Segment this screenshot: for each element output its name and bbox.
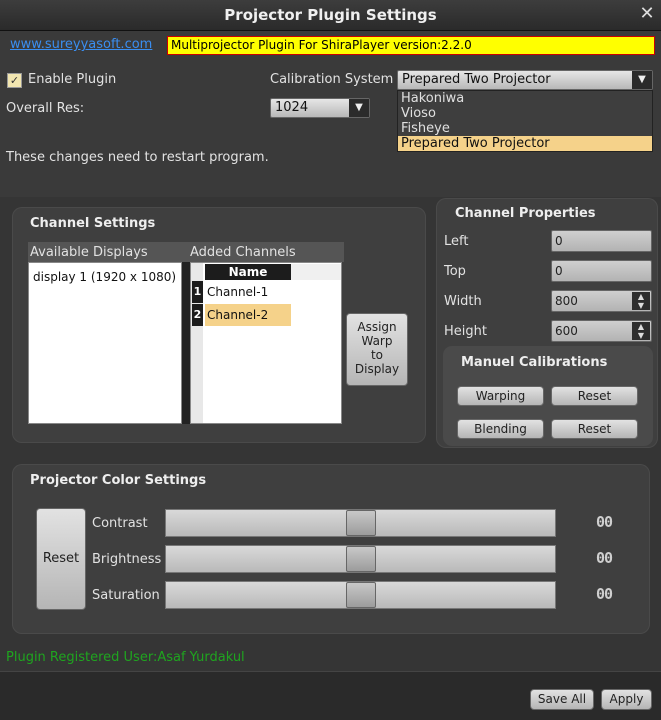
window-title: Projector Plugin Settings <box>224 6 437 24</box>
registered-user-label: Plugin Registered User:Asaf Yurdakul <box>6 650 245 665</box>
table-header-name[interactable]: Name <box>205 264 291 280</box>
apply-button[interactable]: Apply <box>601 689 652 710</box>
spin-arrows-icon[interactable]: ▲ ▼ <box>632 322 650 340</box>
width-label: Width <box>444 294 482 309</box>
width-value: 800 <box>555 294 578 308</box>
height-label: Height <box>444 324 487 339</box>
left-label: Left <box>444 234 469 249</box>
contrast-slider[interactable] <box>165 509 556 537</box>
warping-reset-button[interactable]: Reset <box>551 386 638 406</box>
brightness-label: Brightness <box>92 552 162 567</box>
version-label: Multiprojector Plugin For ShiraPlayer ve… <box>167 36 655 55</box>
row-index: 1 <box>192 281 203 303</box>
dropdown-option-prepared-two-projector[interactable]: Prepared Two Projector <box>398 136 652 151</box>
brightness-readout: 00 <box>596 549 613 567</box>
website-link[interactable]: www.sureyyasoft.com <box>10 37 152 52</box>
close-icon[interactable]: ✕ <box>636 3 658 25</box>
available-displays-label-overlay: Available Displays <box>30 245 148 260</box>
table-row[interactable]: Channel-1 <box>205 281 291 303</box>
assign-label-line3: to <box>370 348 384 362</box>
left-input[interactable]: 0 <box>551 230 652 252</box>
calibration-system-label: Calibration System <box>270 72 394 87</box>
chevron-down-icon[interactable]: ▼ <box>349 99 369 117</box>
channel-settings-title: Channel Settings <box>30 216 156 231</box>
overall-res-label: Overall Res: <box>6 101 85 116</box>
table-header-filler <box>291 264 341 280</box>
assign-label-line4: Display <box>354 362 400 376</box>
enable-plugin-label: Enable Plugin <box>28 72 117 87</box>
contrast-readout: 00 <box>596 513 613 531</box>
available-displays-list[interactable]: display 1 (1920 x 1080) <box>28 262 182 424</box>
assign-label-line2: Warp <box>361 334 393 348</box>
top-label: Top <box>444 264 466 279</box>
blending-reset-button[interactable]: Reset <box>551 419 638 439</box>
manual-calibrations-title: Manuel Calibrations <box>461 355 608 370</box>
saturation-label: Saturation <box>92 588 160 603</box>
saturation-slider[interactable] <box>165 581 556 609</box>
height-value: 600 <box>555 324 578 338</box>
list-item[interactable]: display 1 (1920 x 1080) <box>33 270 176 284</box>
list-divider <box>182 262 190 424</box>
row-index: 2 <box>192 304 203 326</box>
width-spinbox[interactable]: 800 ▲ ▼ <box>551 290 652 312</box>
saturation-slider-thumb[interactable] <box>346 582 376 608</box>
assign-label-line1: Assign <box>357 320 397 334</box>
added-channels-label-overlay: Added Channels <box>190 245 296 260</box>
dropdown-option-vioso[interactable]: Vioso <box>398 106 652 121</box>
save-all-button[interactable]: Save All <box>530 689 594 710</box>
warping-button[interactable]: Warping <box>457 386 544 406</box>
dropdown-option-hakoniwa[interactable]: Hakoniwa <box>398 91 652 106</box>
assign-warp-to-display-button[interactable]: Assign Warp to Display <box>346 313 408 386</box>
calibration-selected-value: Prepared Two Projector <box>402 72 551 87</box>
top-input[interactable]: 0 <box>551 260 652 282</box>
saturation-readout: 00 <box>596 585 613 603</box>
restart-note: These changes need to restart program. <box>6 150 269 165</box>
dropdown-option-fisheye[interactable]: Fisheye <box>398 121 652 136</box>
contrast-slider-thumb[interactable] <box>346 510 376 536</box>
enable-plugin-checkbox[interactable]: ✓ <box>7 73 22 88</box>
chevron-down-icon[interactable]: ▼ <box>632 71 652 89</box>
calibration-system-select[interactable]: Prepared Two Projector ▼ <box>397 70 653 90</box>
contrast-label: Contrast <box>92 516 148 531</box>
overall-res-select[interactable]: 1024 ▼ <box>270 98 370 118</box>
color-reset-button[interactable]: Reset <box>36 508 86 610</box>
blending-button[interactable]: Blending <box>457 419 544 439</box>
table-row-selected[interactable]: Channel-2 <box>205 304 291 326</box>
spin-arrows-icon[interactable]: ▲ ▼ <box>632 292 650 310</box>
brightness-slider-thumb[interactable] <box>346 546 376 572</box>
brightness-slider[interactable] <box>165 545 556 573</box>
added-channels-table[interactable]: Name 1 Channel-1 2 Channel-2 <box>190 262 342 424</box>
height-spinbox[interactable]: 600 ▲ ▼ <box>551 320 652 342</box>
calibration-dropdown-list: Hakoniwa Vioso Fisheye Prepared Two Proj… <box>397 90 653 152</box>
channel-properties-title: Channel Properties <box>455 206 596 221</box>
color-settings-title: Projector Color Settings <box>30 473 207 488</box>
overall-res-value: 1024 <box>275 100 309 115</box>
